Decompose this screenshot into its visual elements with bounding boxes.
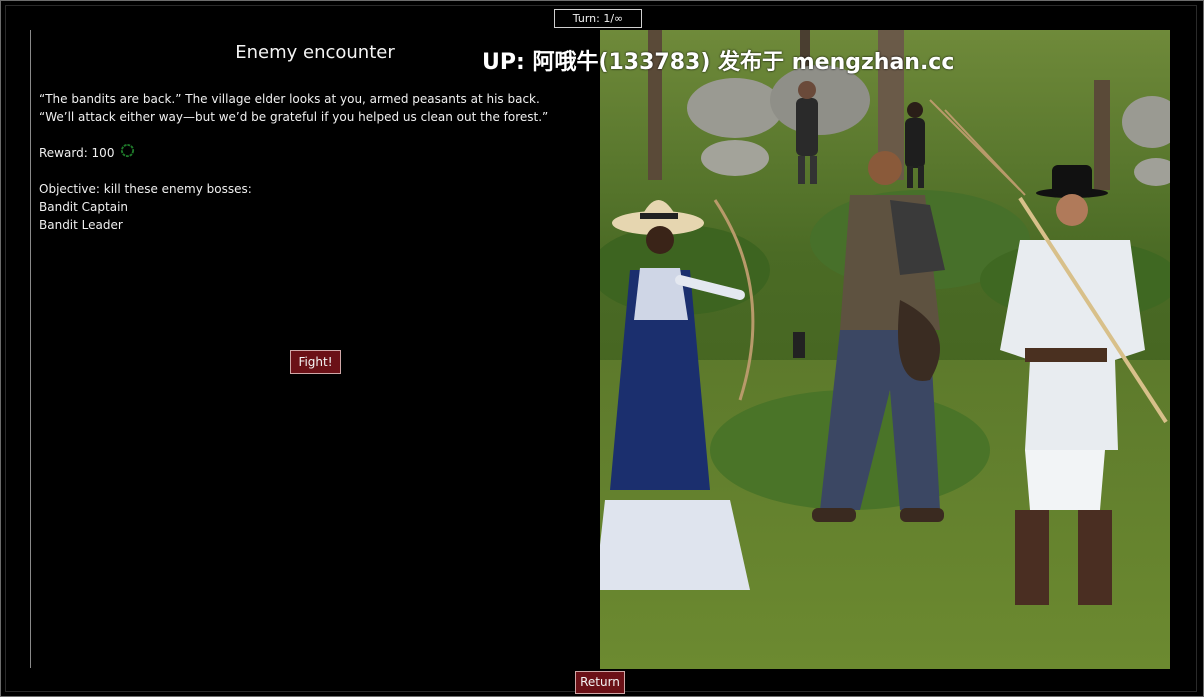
encounter-story: “The bandits are back.” The village elde… <box>39 90 594 126</box>
coin-ring-icon <box>120 143 135 158</box>
encounter-illustration <box>600 30 1170 669</box>
watermark-text: UP: 阿哦牛(133783) 发布于 mengzhan.cc <box>482 50 955 75</box>
objective-block: Objective: kill these enemy bosses: Band… <box>39 180 252 234</box>
reward-row: Reward: 100 <box>39 143 135 160</box>
boss-item: Bandit Leader <box>39 218 123 232</box>
boss-item: Bandit Captain <box>39 200 129 214</box>
story-line-1: “The bandits are back.” The village elde… <box>39 92 540 106</box>
reward-label: Reward: 100 <box>39 145 115 160</box>
fight-button[interactable]: Fight! <box>290 350 341 374</box>
objective-label: Objective: kill these enemy bosses: <box>39 182 252 196</box>
panel-divider <box>30 30 31 668</box>
story-line-2: “We’ll attack either way—but we’d be gra… <box>39 110 549 124</box>
forest-scene-art <box>600 30 1170 669</box>
turn-counter: Turn: 1/∞ <box>554 9 642 28</box>
return-button[interactable]: Return <box>575 671 625 694</box>
